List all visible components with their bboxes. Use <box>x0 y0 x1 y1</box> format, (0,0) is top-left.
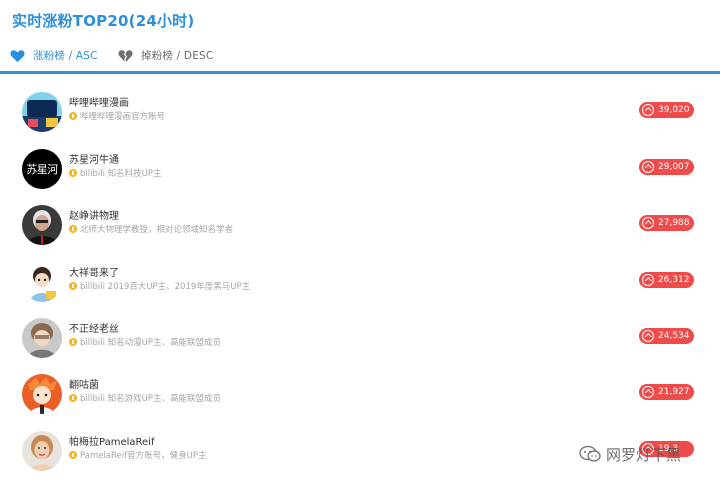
avatar <box>22 205 62 245</box>
user-name[interactable]: 不正经老丝 <box>69 320 119 335</box>
list-item[interactable]: 苏星河 苏星河牛通 bilibili 知名科技UP主 29,007 <box>0 141 720 197</box>
user-desc-text: bilibili 知名游戏UP主、高能联盟成员 <box>80 394 222 404</box>
broken-heart-icon <box>118 49 133 62</box>
fan-gain-badge: 21,927 <box>639 384 694 400</box>
avatar <box>22 374 62 414</box>
arrow-up-icon <box>642 330 654 342</box>
avatar: 苏星河 <box>22 149 62 189</box>
tab-asc-label: 涨粉榜 / ASC <box>33 50 98 62</box>
fan-gain-count: 29,007 <box>658 162 690 172</box>
user-name[interactable]: 帕梅拉PamelaReif <box>69 433 154 448</box>
user-name[interactable]: 大祥哥来了 <box>69 264 119 279</box>
avatar: manga-avatar-text <box>22 92 62 132</box>
avatar-text: 苏星河 <box>26 163 58 176</box>
list-item[interactable]: 不正经老丝 bilibili 知名动漫UP主、高能联盟成员 24,534 <box>0 310 720 366</box>
user-desc-text: 哔哩哔哩漫画官方账号 <box>80 112 166 122</box>
arrow-up-icon <box>642 274 654 286</box>
user-desc-text: bilibili 2019百大UP主、2019年度黑马UP主 <box>80 282 251 292</box>
user-desc: 哔哩哔哩漫画官方账号 <box>69 110 165 122</box>
user-desc: 北师大物理学教授，相对论领域知名学者 <box>69 223 233 235</box>
user-desc: bilibili 知名游戏UP主、高能联盟成员 <box>69 392 221 404</box>
page-title: 实时涨粉TOP20(24小时) <box>12 12 195 30</box>
verified-icon <box>69 282 77 290</box>
list-item[interactable]: 翻咕菌 bilibili 知名游戏UP主、高能联盟成员 21,927 <box>0 366 720 422</box>
watermark-text: 网罗灯下黑 <box>606 445 682 464</box>
user-desc: bilibili 知名科技UP主 <box>69 167 162 179</box>
user-name[interactable]: 苏星河牛通 <box>69 151 119 166</box>
list-item[interactable]: 赵峥讲物理 北师大物理学教授，相对论领域知名学者 27,988 <box>0 197 720 253</box>
user-name[interactable]: 赵峥讲物理 <box>69 207 119 222</box>
arrow-up-icon <box>642 386 654 398</box>
tab-asc[interactable]: 涨粉榜 / ASC <box>10 40 98 71</box>
verified-icon <box>69 451 77 459</box>
avatar <box>22 431 62 471</box>
user-desc: PamelaReif官方账号，健身UP主 <box>69 449 207 461</box>
verified-icon <box>69 169 77 177</box>
user-desc-text: bilibili 知名动漫UP主、高能联盟成员 <box>80 338 222 348</box>
tab-underline <box>0 71 720 74</box>
user-desc: bilibili 知名动漫UP主、高能联盟成员 <box>69 336 221 348</box>
fan-gain-badge: 26,312 <box>639 272 694 288</box>
tab-desc-label: 掉粉榜 / DESC <box>141 50 214 62</box>
heart-icon <box>10 49 25 62</box>
wechat-icon <box>579 445 601 462</box>
list-item[interactable]: 大祥哥来了 bilibili 2019百大UP主、2019年度黑马UP主 26,… <box>0 254 720 310</box>
user-desc-text: bilibili 知名科技UP主 <box>80 169 162 179</box>
avatar <box>22 262 62 302</box>
fan-gain-badge: 29,007 <box>639 159 694 175</box>
verified-icon <box>69 394 77 402</box>
verified-icon <box>69 225 77 233</box>
user-desc-text: 北师大物理学教授，相对论领域知名学者 <box>80 225 234 235</box>
list-item[interactable]: manga-avatar-text 哔哩哔哩漫画 哔哩哔哩漫画官方账号 39,0… <box>0 84 720 140</box>
verified-icon <box>69 338 77 346</box>
user-desc: bilibili 2019百大UP主、2019年度黑马UP主 <box>69 280 250 292</box>
rank-tabs: 涨粉榜 / ASC 掉粉榜 / DESC <box>0 40 720 74</box>
fan-gain-count: 24,534 <box>658 331 690 341</box>
arrow-up-icon <box>642 104 654 116</box>
fan-gain-badge: 27,988 <box>639 215 694 231</box>
tab-desc[interactable]: 掉粉榜 / DESC <box>118 40 213 71</box>
avatar <box>22 318 62 358</box>
user-name[interactable]: 哔哩哔哩漫画 <box>69 94 129 109</box>
user-name[interactable]: 翻咕菌 <box>69 376 99 391</box>
fan-gain-badge: 24,534 <box>639 328 694 344</box>
verified-icon <box>69 112 77 120</box>
arrow-up-icon <box>642 217 654 229</box>
fan-gain-count: 27,988 <box>658 218 690 228</box>
watermark: 网罗灯下黑 <box>579 443 681 465</box>
fan-gain-count: 21,927 <box>658 387 690 397</box>
fan-gain-badge: 39,020 <box>639 102 694 118</box>
user-desc-text: PamelaReif官方账号，健身UP主 <box>80 451 207 461</box>
fan-gain-count: 26,312 <box>658 275 690 285</box>
arrow-up-icon <box>642 161 654 173</box>
fan-gain-count: 39,020 <box>658 105 690 115</box>
